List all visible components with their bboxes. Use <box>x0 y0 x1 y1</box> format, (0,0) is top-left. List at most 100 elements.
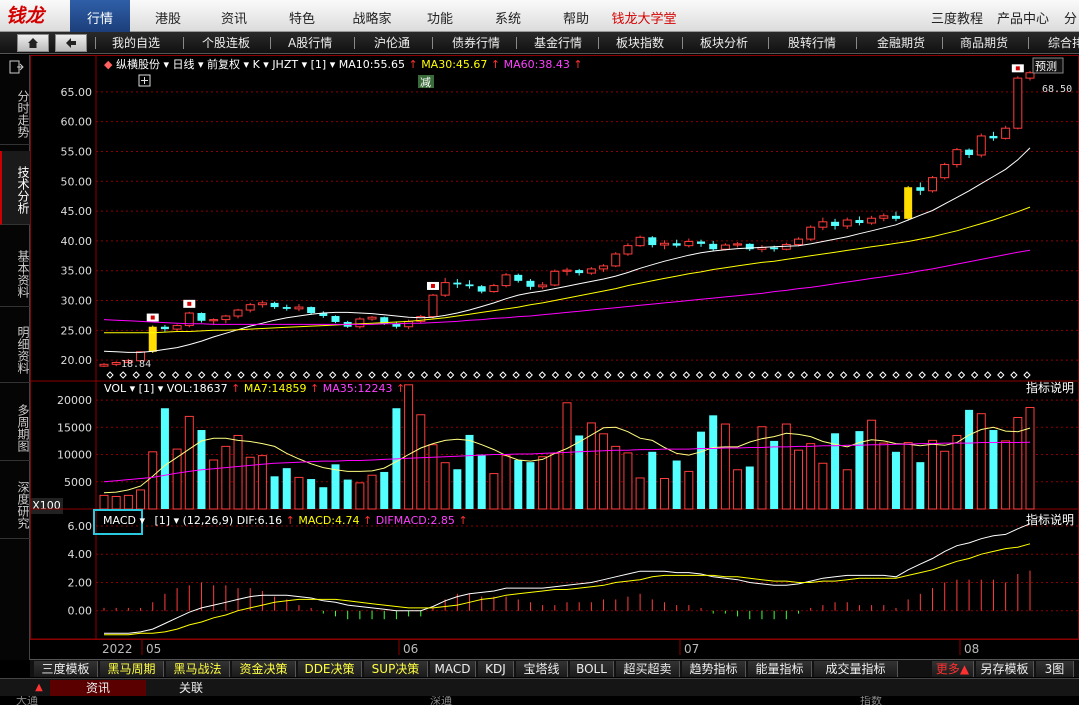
tab-boll[interactable]: BOLL <box>570 661 614 677</box>
tab-overbought-oversold[interactable]: 超买超卖 <box>616 661 680 677</box>
candle-body <box>623 245 633 255</box>
left-tab-fundamentals[interactable]: 基本资料 <box>0 237 30 307</box>
tab-capital-decision[interactable]: 资金决策 <box>232 661 296 677</box>
top-menu-item-system[interactable]: 系统 <box>480 0 536 32</box>
nav-item-limit-up[interactable]: 个股连板 <box>202 32 250 54</box>
vol-help-link[interactable]: 指标说明 <box>1026 380 1074 395</box>
app-logo: 钱龙 <box>6 5 45 27</box>
vol-dropdown-icon[interactable]: ▾ <box>130 382 136 395</box>
adjust-dropdown-icon[interactable]: ▾ <box>244 58 250 71</box>
signal-diamond <box>315 371 324 379</box>
signal-diamond <box>145 371 154 379</box>
top-menu-item-featured[interactable]: 特色 <box>274 0 330 32</box>
export-icon[interactable] <box>8 59 24 75</box>
top-menu-item-hk[interactable]: 港股 <box>140 0 196 32</box>
tab-dde-decision[interactable]: DDE决策 <box>298 661 362 677</box>
left-tab-multi-period[interactable]: 多周期图 <box>0 391 30 461</box>
candle-body <box>197 313 206 321</box>
nav-item-shanghai-london[interactable]: 沪伦通 <box>374 32 410 54</box>
chart-border <box>30 55 1079 640</box>
home-button[interactable] <box>17 34 49 52</box>
top-menu-item-market[interactable]: 行情 <box>70 0 130 32</box>
nav-item-a-shares[interactable]: A股行情 <box>288 32 332 54</box>
param-dropdown-icon[interactable]: ▾ <box>330 58 336 71</box>
price-tick-labels: 20.00 25.00 30.00 35.00 40.00 45.00 50.00 55.00… <box>61 86 93 367</box>
top-menu-item-academy[interactable]: 钱龙大学堂 <box>608 0 680 32</box>
back-button[interactable] <box>55 34 87 52</box>
nav-item-sector-analysis[interactable]: 板块分析 <box>700 32 748 54</box>
price-tick-label: 35.00 <box>61 265 93 278</box>
signal-diamond <box>800 371 809 379</box>
top-menu-item-functions[interactable]: 功能 <box>412 0 468 32</box>
nav-item-sector-index[interactable]: 板块指数 <box>616 32 664 54</box>
save-template-button[interactable]: 另存模板 <box>976 661 1034 677</box>
tab-macd[interactable]: MACD <box>430 661 476 677</box>
nav-item-overflow[interactable]: 综合排 <box>1048 32 1079 54</box>
vol-indicator-name[interactable]: VOL <box>104 382 127 395</box>
indicator-dropdown-icon[interactable]: ▾ <box>302 58 308 71</box>
volume-bar <box>1025 406 1035 510</box>
nav-item-commodity-futures[interactable]: 商品期货 <box>960 32 1008 54</box>
tab-dark-horse-cycle[interactable]: 黑马周期 <box>100 661 164 677</box>
vol-param-dropdown-icon[interactable]: ▾ <box>158 382 164 395</box>
candle-body <box>282 307 291 309</box>
left-tab-intraday[interactable]: 分时走势 <box>0 79 30 145</box>
signal-diamond <box>119 371 127 379</box>
top-menu-item-news[interactable]: 资讯 <box>206 0 262 32</box>
top-menu-item-products[interactable]: 产品中心 <box>992 0 1054 32</box>
macd-dropdown-icon[interactable]: ▾ <box>139 514 145 527</box>
tab-related[interactable]: 关联 <box>146 680 236 696</box>
left-side-tabs: 分时走势 技术分析 基本资料 明细资料 多周期图 深度研究 <box>0 55 30 660</box>
indicator-selector[interactable]: JHZT <box>271 58 298 71</box>
price-tick-label: 55.00 <box>61 145 93 158</box>
nav-item-bonds[interactable]: 债券行情 <box>452 32 500 54</box>
macd-indicator-name[interactable]: MACD <box>103 514 136 527</box>
top-menu-item-strategist[interactable]: 战略家 <box>340 0 404 32</box>
tab-three-degree-template[interactable]: 三度模板 <box>34 661 98 677</box>
tab-volume-indicator[interactable]: 成交量指标 <box>814 661 898 677</box>
tab-kdj[interactable]: KDJ <box>478 661 514 677</box>
tab-news[interactable]: 资讯 <box>50 680 146 696</box>
x-label-07: 07 <box>684 642 699 656</box>
period-dropdown-icon[interactable]: ▾ <box>198 58 204 71</box>
macd-param[interactable]: [1] <box>155 514 171 527</box>
indicator-param[interactable]: [1] <box>311 58 327 71</box>
volume-bar <box>794 449 803 510</box>
signal-diamond <box>420 371 429 379</box>
more-tabs-button[interactable]: 更多▲ <box>932 661 974 677</box>
info-panel-bar: ▲ 资讯 关联 <box>0 678 1079 696</box>
tab-dark-horse-tactics[interactable]: 黑马战法 <box>166 661 230 677</box>
three-chart-view-button[interactable]: 3图 <box>1036 661 1074 677</box>
tab-trend-indicator[interactable]: 趋势指标 <box>682 661 746 677</box>
tab-sup-decision[interactable]: SUP决策 <box>364 661 428 677</box>
period-selector[interactable]: 日线 <box>173 57 195 71</box>
stock-chart[interactable]: 20.00 25.00 30.00 35.00 40.00 45.00 50.00 55.00… <box>30 55 1079 660</box>
volume-bar <box>404 384 414 510</box>
x-label-06: 06 <box>403 642 418 656</box>
expand-up-icon[interactable]: ▲ <box>30 680 48 696</box>
stock-dropdown-icon[interactable]: ▾ <box>163 58 169 71</box>
chart-type-dropdown-icon[interactable]: ▾ <box>263 58 269 71</box>
nav-item-watchlist[interactable]: 我的自选 <box>112 32 160 54</box>
candle-body <box>465 284 474 287</box>
left-tab-details[interactable]: 明细资料 <box>0 313 30 383</box>
adjust-selector[interactable]: 前复权 <box>207 57 240 71</box>
tab-tower-line[interactable]: 宝塔线 <box>516 661 568 677</box>
nav-item-neeq[interactable]: 股转行情 <box>788 32 836 54</box>
top-menu-item-tutorial[interactable]: 三度教程 <box>926 0 988 32</box>
macd-help-link[interactable]: 指标说明 <box>1026 512 1074 527</box>
top-menu-item-help[interactable]: 帮助 <box>548 0 604 32</box>
left-tab-research[interactable]: 深度研究 <box>0 467 30 539</box>
top-menu-item-overflow[interactable]: 分 <box>1062 0 1079 32</box>
signal-diamond <box>630 371 638 379</box>
nav-item-financial-futures[interactable]: 金融期货 <box>877 32 925 54</box>
tab-energy-indicator[interactable]: 能量指标 <box>748 661 812 677</box>
left-tab-technical[interactable]: 技术分析 <box>0 151 30 225</box>
stock-name[interactable]: 纵横股份 <box>116 57 160 71</box>
volume-bar <box>343 479 352 509</box>
nav-item-funds[interactable]: 基金行情 <box>534 32 582 54</box>
chart-type-selector[interactable]: K <box>253 58 261 71</box>
vol-param[interactable]: [1] <box>139 382 155 395</box>
candle-body <box>562 269 572 272</box>
macd-param-dropdown-icon[interactable]: ▾ <box>174 514 180 527</box>
